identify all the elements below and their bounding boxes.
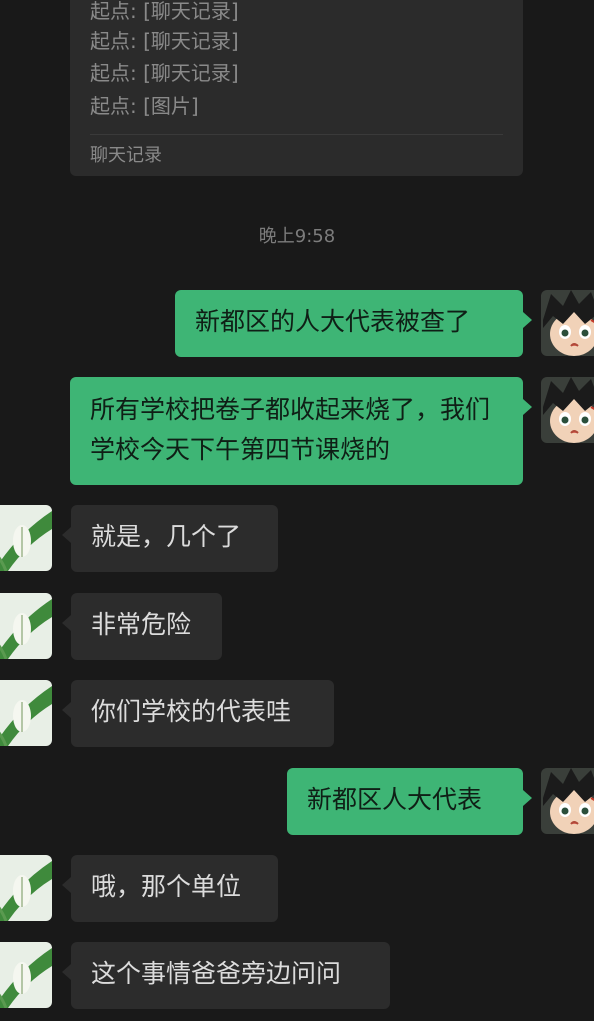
card-divider bbox=[90, 134, 503, 135]
message-timestamp: 晚上9:58 bbox=[258, 226, 336, 247]
message-bubble-received[interactable]: 非常危险 bbox=[62, 593, 222, 660]
anime-boy-icon bbox=[541, 768, 594, 834]
plant-leaf-avatar[interactable] bbox=[0, 505, 52, 571]
anime-boy-avatar[interactable] bbox=[541, 377, 594, 443]
plant-leaf-avatar[interactable] bbox=[0, 680, 52, 746]
anime-boy-avatar[interactable] bbox=[541, 768, 594, 834]
plant-leaf-avatar[interactable] bbox=[0, 593, 52, 659]
message-bubble-sent[interactable]: 新都区的人大代表被查了 bbox=[175, 290, 532, 357]
message-bubble-received[interactable]: 哦，那个单位 bbox=[62, 855, 278, 922]
forward-line: 起点: [聊天记录] bbox=[90, 29, 239, 53]
message-bubble-received[interactable]: 就是，几个了 bbox=[62, 505, 278, 572]
plant-leaf-avatar[interactable] bbox=[0, 942, 52, 1008]
forward-card-footer: 聊天记录 bbox=[90, 145, 162, 166]
message-bubble-received[interactable]: 你们学校的代表哇 bbox=[62, 680, 334, 747]
message-bubble-sent[interactable]: 新都区人大代表 bbox=[287, 768, 532, 835]
anime-boy-avatar[interactable] bbox=[541, 290, 594, 356]
plant-leaf-icon bbox=[0, 505, 52, 571]
plant-leaf-icon bbox=[0, 942, 52, 1008]
plant-leaf-icon bbox=[0, 855, 52, 921]
anime-boy-icon bbox=[541, 377, 594, 443]
forward-line: 起点: [聊天记录] bbox=[90, 0, 239, 23]
message-bubble-received[interactable]: 这个事情爸爸旁边问问 bbox=[62, 942, 390, 1009]
plant-leaf-avatar[interactable] bbox=[0, 855, 52, 921]
forward-line: 起点: [聊天记录] bbox=[90, 61, 239, 85]
forward-line: 起点: [图片] bbox=[90, 94, 199, 118]
forwarded-chat-history-card[interactable]: 起点: [聊天记录] 起点: [聊天记录] 起点: [聊天记录] 起点: [图片… bbox=[70, 0, 523, 176]
plant-leaf-icon bbox=[0, 593, 52, 659]
anime-boy-icon bbox=[541, 290, 594, 356]
message-bubble-sent[interactable]: 所有学校把卷子都收起来烧了，我们学校今天下午第四节课烧的 bbox=[70, 377, 532, 485]
plant-leaf-icon bbox=[0, 680, 52, 746]
